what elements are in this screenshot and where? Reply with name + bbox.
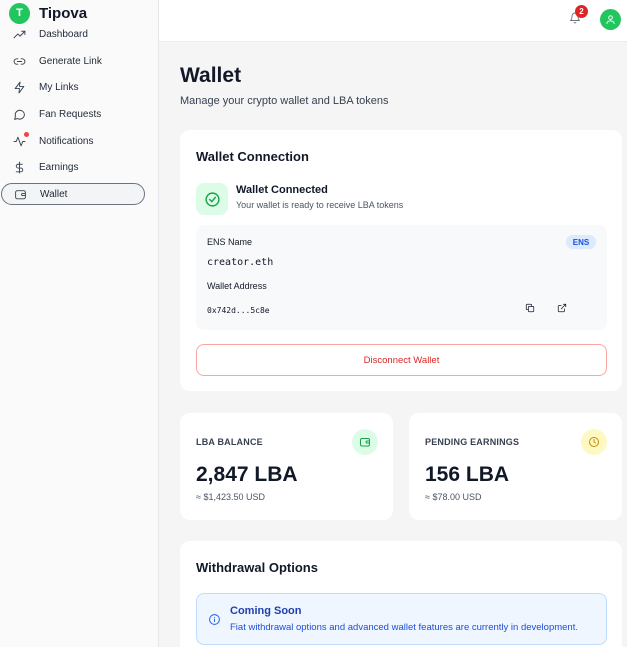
page-title: Wallet bbox=[180, 64, 242, 87]
sidebar-item-label: Generate Link bbox=[39, 55, 102, 67]
wallet-connection-card: Wallet Connection Wallet Connected Your … bbox=[180, 130, 622, 391]
ens-name-value: creator.eth bbox=[207, 257, 274, 268]
activity-icon bbox=[12, 132, 29, 148]
withdrawal-options-card: Withdrawal Options Coming Soon Fiat with… bbox=[180, 541, 622, 647]
wallet-icon bbox=[13, 187, 27, 201]
wallet-address-label: Wallet Address bbox=[207, 281, 267, 291]
page-subtitle: Manage your crypto wallet and LBA tokens bbox=[180, 95, 389, 107]
sidebar-item-fan-requests[interactable]: Fan Requests bbox=[0, 101, 159, 128]
pending-earnings-usd: ≈ $78.00 USD bbox=[425, 492, 482, 502]
coming-soon-title: Coming Soon bbox=[230, 605, 302, 617]
dollar-icon bbox=[12, 161, 26, 175]
lba-balance-label: LBA BALANCE bbox=[196, 437, 263, 447]
lba-balance-usd: ≈ $1,423.50 USD bbox=[196, 492, 265, 502]
wallet-connection-title: Wallet Connection bbox=[196, 149, 309, 164]
sidebar-item-earnings[interactable]: Earnings bbox=[0, 154, 159, 181]
brand-name: Tipova bbox=[39, 4, 88, 22]
disconnect-wallet-button[interactable]: Disconnect Wallet bbox=[196, 344, 607, 376]
sidebar-nav: Dashboard Generate Link My Links Fan Req… bbox=[0, 21, 159, 206]
pending-earnings-value: 156 LBA bbox=[425, 463, 510, 486]
zap-icon bbox=[12, 81, 26, 95]
notification-dot bbox=[24, 132, 29, 138]
info-icon bbox=[208, 613, 222, 627]
sidebar-item-my-links[interactable]: My Links bbox=[0, 74, 159, 101]
withdrawal-options-title: Withdrawal Options bbox=[196, 560, 318, 575]
wallet-details-box: ENS Name ENS creator.eth Wallet Address … bbox=[196, 225, 607, 330]
notification-count-badge: 2 bbox=[575, 5, 588, 18]
user-icon bbox=[606, 15, 615, 25]
connection-status-subtitle: Your wallet is ready to receive LBA toke… bbox=[236, 200, 404, 210]
lba-balance-card: LBA BALANCE 2,847 LBA ≈ $1,423.50 USD bbox=[180, 413, 393, 520]
link-icon bbox=[12, 54, 26, 68]
brand[interactable]: T Tipova bbox=[9, 2, 88, 24]
lba-balance-value: 2,847 LBA bbox=[196, 463, 298, 486]
sidebar-item-label: My Links bbox=[39, 82, 79, 94]
pending-earnings-label: PENDING EARNINGS bbox=[425, 437, 520, 447]
copy-icon[interactable] bbox=[523, 301, 537, 315]
check-circle-icon bbox=[196, 183, 228, 215]
sidebar-item-notifications[interactable]: Notifications bbox=[0, 128, 159, 155]
sidebar: T Tipova Dashboard Generate Link My Link… bbox=[0, 0, 159, 647]
trending-up-icon bbox=[12, 27, 26, 41]
sidebar-item-label: Fan Requests bbox=[39, 108, 102, 120]
clock-icon bbox=[581, 429, 607, 455]
wallet-icon bbox=[352, 429, 378, 455]
coming-soon-notice: Coming Soon Fiat withdrawal options and … bbox=[196, 593, 607, 645]
sidebar-item-dashboard[interactable]: Dashboard bbox=[0, 21, 159, 48]
sidebar-item-generate-link[interactable]: Generate Link bbox=[0, 48, 159, 75]
coming-soon-text: Fiat withdrawal options and advanced wal… bbox=[230, 622, 578, 633]
sidebar-item-label: Notifications bbox=[39, 135, 94, 147]
pending-earnings-card: PENDING EARNINGS 156 LBA ≈ $78.00 USD bbox=[409, 413, 622, 520]
sidebar-item-label: Wallet bbox=[40, 188, 68, 200]
sidebar-item-wallet[interactable]: Wallet bbox=[1, 183, 145, 206]
topbar: 2 bbox=[159, 0, 627, 42]
external-link-icon[interactable] bbox=[555, 301, 569, 315]
sidebar-item-label: Earnings bbox=[39, 162, 79, 174]
connection-status-title: Wallet Connected bbox=[236, 184, 328, 196]
wallet-address-value: 0x742d...5c8e bbox=[207, 306, 270, 315]
ens-badge: ENS bbox=[566, 235, 596, 249]
ens-name-label: ENS Name bbox=[207, 237, 253, 247]
user-avatar[interactable] bbox=[600, 9, 621, 30]
message-circle-icon bbox=[12, 107, 26, 121]
sidebar-item-label: Dashboard bbox=[39, 28, 88, 40]
